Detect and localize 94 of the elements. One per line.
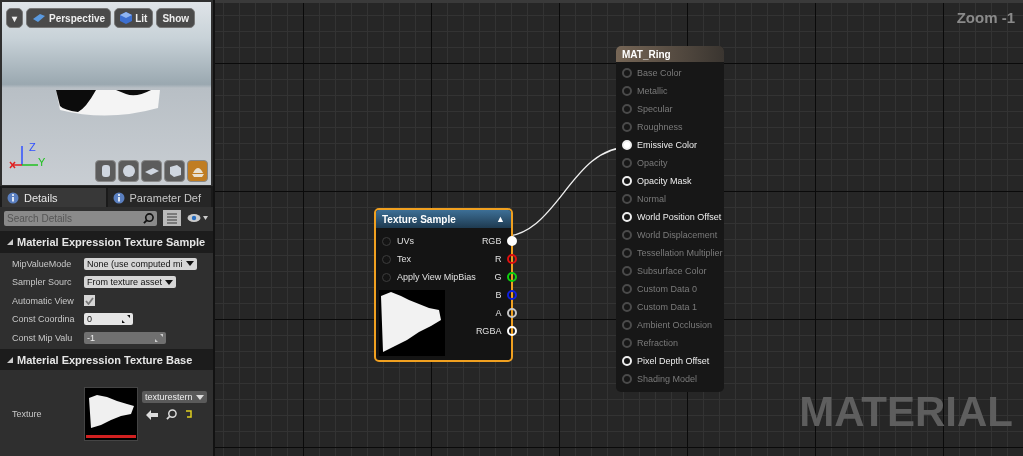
axis-label: Z — [29, 141, 36, 153]
material-result-node[interactable] — [616, 46, 724, 392]
pin-label: B — [495, 290, 502, 300]
property-label: Automatic View — [11, 295, 75, 306]
pin-label: Base Color — [637, 68, 682, 78]
number-field[interactable]: 0 — [84, 313, 133, 326]
preview-shape-button[interactable] — [95, 159, 116, 182]
pin-label: R — [494, 254, 502, 264]
preview-shape-button[interactable] — [118, 159, 139, 182]
reset-icon[interactable] — [185, 410, 193, 420]
graph-type-label: MATERIAL — [799, 388, 1013, 436]
property-label: MipValueMode — [11, 258, 73, 269]
pin-label: G — [494, 272, 502, 282]
property-label: Const Coordina — [11, 314, 76, 325]
pin-label: Pixel Depth Offset — [637, 356, 710, 366]
output-pin-icon[interactable] — [507, 290, 518, 300]
input-pin-icon[interactable] — [622, 302, 632, 312]
pin-label: Subsurface Color — [637, 266, 707, 276]
viewport-menu-button[interactable]: ▾ — [6, 8, 23, 28]
lit-button[interactable]: Lit — [114, 8, 154, 28]
section-header[interactable]: Material Expression Texture Sample — [0, 231, 213, 253]
info-icon — [7, 191, 19, 204]
pin-label: Custom Data 1 — [637, 302, 698, 312]
input-pin-icon[interactable] — [622, 374, 632, 384]
input-pin-icon[interactable] — [622, 194, 632, 204]
section-header[interactable]: Material Expression Texture Base — [0, 349, 213, 371]
expand-icon — [6, 355, 14, 364]
node-title: Texture Sample — [382, 213, 456, 225]
pin-label: Ambient Occlusion — [637, 320, 713, 330]
zoom-label: Zoom -1 — [956, 9, 1015, 26]
pin-label: Emissive Color — [637, 140, 697, 150]
list-icon — [166, 212, 178, 225]
pin-label: Tessellation Multiplier — [637, 248, 723, 258]
property-label: Texture — [11, 409, 43, 420]
property-label: Const Mip Valu — [11, 332, 74, 343]
node-title: MAT_Ring — [616, 46, 724, 62]
pin-label: Refraction — [637, 338, 679, 348]
perspective-button[interactable]: Perspective — [26, 8, 112, 28]
preview-shape-button[interactable] — [164, 159, 185, 182]
input-pin-icon[interactable] — [622, 266, 632, 276]
eye-icon[interactable] — [187, 213, 209, 224]
search-icon[interactable] — [166, 409, 177, 421]
dropdown[interactable]: None (use computed mi — [84, 257, 197, 270]
output-pin-icon[interactable] — [507, 272, 518, 282]
pin-label: Apply View MipBias — [397, 272, 476, 282]
input-pin-icon[interactable] — [622, 338, 632, 348]
dropdown[interactable]: From texture asset — [84, 276, 177, 289]
input-pin-icon[interactable] — [622, 86, 632, 96]
pin-label: Opacity — [637, 158, 668, 168]
pin-label: World Displacement — [637, 230, 718, 240]
checkbox[interactable] — [84, 295, 95, 307]
caret-icon — [195, 394, 204, 400]
input-pin-icon[interactable] — [622, 122, 632, 132]
pin-label: A — [495, 308, 502, 318]
pin-label: RGBA — [475, 326, 502, 336]
pin-label: Specular — [637, 104, 673, 114]
expand-icon — [6, 237, 14, 246]
collapse-toggle[interactable]: ▲ — [496, 214, 505, 224]
texture-dropdown[interactable]: texturestern — [142, 391, 207, 404]
caret-icon — [165, 279, 174, 285]
axis-label: Y — [38, 156, 46, 168]
pin-label: RGB — [481, 236, 502, 246]
drag-arrows-icon[interactable] — [122, 315, 130, 324]
pin-label: UVs — [397, 236, 414, 246]
preview-shape-button[interactable] — [141, 159, 162, 182]
pin-label: Metallic — [637, 86, 668, 96]
shape-icon — [120, 162, 137, 179]
search-icon — [143, 212, 154, 224]
info-icon — [112, 191, 125, 204]
pin-label: Opacity Mask — [637, 176, 692, 186]
pin-label: Tex — [397, 254, 411, 264]
panel-tab[interactable]: Details — [2, 187, 106, 208]
input-pin-icon[interactable] — [622, 68, 632, 78]
show-button[interactable]: Show — [156, 8, 196, 28]
panel-tab[interactable]: Parameter Def — [107, 187, 211, 208]
input-pin-icon[interactable] — [622, 158, 632, 168]
pin-label: Roughness — [637, 122, 683, 132]
view-options-button[interactable] — [163, 210, 181, 227]
pin-label: Shading Model — [637, 374, 698, 384]
caret-icon — [185, 261, 194, 267]
input-pin-icon[interactable] — [622, 284, 632, 294]
input-pin-icon[interactable] — [622, 230, 632, 240]
pin-label: Normal — [637, 194, 666, 204]
output-pin-icon[interactable] — [507, 254, 518, 264]
arrow-left-icon[interactable] — [146, 409, 158, 420]
input-pin-icon[interactable] — [622, 320, 632, 330]
texture-thumbnail[interactable] — [84, 387, 138, 442]
pin-label: Custom Data 0 — [637, 284, 698, 294]
input-pin-icon[interactable] — [622, 248, 632, 258]
property-label: Sampler Sourc — [11, 277, 73, 288]
preview-shape-button[interactable] — [187, 159, 208, 182]
texture-preview — [379, 290, 445, 356]
pin-label: World Position Offset — [637, 212, 722, 222]
input-pin-icon[interactable] — [622, 104, 632, 114]
